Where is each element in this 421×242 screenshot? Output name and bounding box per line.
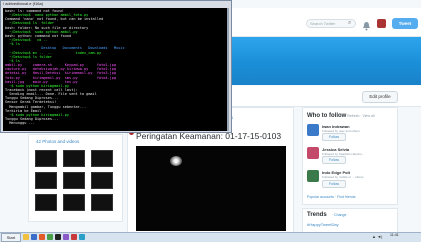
- photo-thumbnail[interactable]: [91, 172, 113, 189]
- photo-thumbnail[interactable]: [91, 194, 113, 211]
- follow-button[interactable]: Follow: [322, 156, 346, 164]
- folder-icon[interactable]: [23, 233, 29, 240]
- app-icon[interactable]: [63, 233, 69, 240]
- follow-suggestion-avatar[interactable]: [307, 124, 319, 136]
- photo-thumbnail[interactable]: [63, 172, 85, 189]
- follow-suggestion-avatar[interactable]: [307, 170, 319, 182]
- terminal-line: deteksi.py Hasil_Deteksi kirimemail.py f…: [5, 71, 117, 76]
- terminal-scrollbar[interactable]: [227, 8, 229, 131]
- search-icon[interactable]: ⌕: [348, 20, 351, 27]
- notifications-icon[interactable]: [362, 18, 371, 31]
- terminal-output[interactable]: bash: ls: command not found ~/Dekstop$ n…: [3, 8, 229, 131]
- app-icon[interactable]: [71, 233, 77, 240]
- photo-thumbnail[interactable]: [91, 150, 113, 167]
- taskbar-clock[interactable]: 11:41: [390, 233, 399, 237]
- trend-item[interactable]: #HappyTweetDay: [307, 222, 339, 227]
- photo-thumbnail[interactable]: [35, 150, 57, 167]
- terminal-icon[interactable]: [55, 233, 61, 240]
- follow-suggestion-avatar[interactable]: [307, 147, 319, 159]
- media-icon[interactable]: [39, 233, 45, 240]
- photo-light-spot: [170, 156, 182, 166]
- popular-accounts-link[interactable]: Popular accounts · Find friends: [307, 195, 355, 199]
- system-tray-icons[interactable]: ▲ ◄): [372, 234, 382, 239]
- trends-title: Trends: [307, 212, 327, 218]
- trends-change-link[interactable]: · Change: [332, 213, 346, 217]
- photo-thumbnail[interactable]: [35, 172, 57, 189]
- photo-thumbnail[interactable]: [63, 194, 85, 211]
- tweet-button[interactable]: Tweet: [392, 18, 418, 29]
- photo-thumbnail[interactable]: [63, 150, 85, 167]
- who-to-follow-title: Who to follow: [307, 113, 347, 119]
- tweet-button-label: Tweet: [398, 21, 412, 26]
- avatar[interactable]: [377, 19, 386, 28]
- clock-time: 11:41: [390, 233, 399, 237]
- who-to-follow-links[interactable]: · Refresh · View all: [345, 114, 375, 118]
- photo-thumbnail[interactable]: [35, 194, 57, 211]
- terminal-line: Desktop Documents Downloads Music: [5, 46, 125, 51]
- edit-profile-button[interactable]: Edit profile: [362, 91, 398, 103]
- browser-icon[interactable]: [31, 233, 37, 240]
- app-icon[interactable]: [47, 233, 53, 240]
- terminal-title: / adrivedforcal.e (f16a): [3, 1, 44, 6]
- tweet-photo[interactable]: [136, 146, 286, 231]
- follow-button[interactable]: Follow: [322, 133, 346, 141]
- follow-suggestion-context: Followed by mobile ut ... others: [322, 175, 364, 179]
- terminal-line: Menunggu ...: [5, 121, 35, 126]
- app-icon[interactable]: [79, 233, 85, 240]
- terminal-lines: bash: ls: command not found ~/Dekstop$ n…: [5, 9, 125, 125]
- follow-button[interactable]: Follow: [322, 180, 346, 188]
- photos-videos-link[interactable]: 42 Photos and videos: [36, 139, 79, 144]
